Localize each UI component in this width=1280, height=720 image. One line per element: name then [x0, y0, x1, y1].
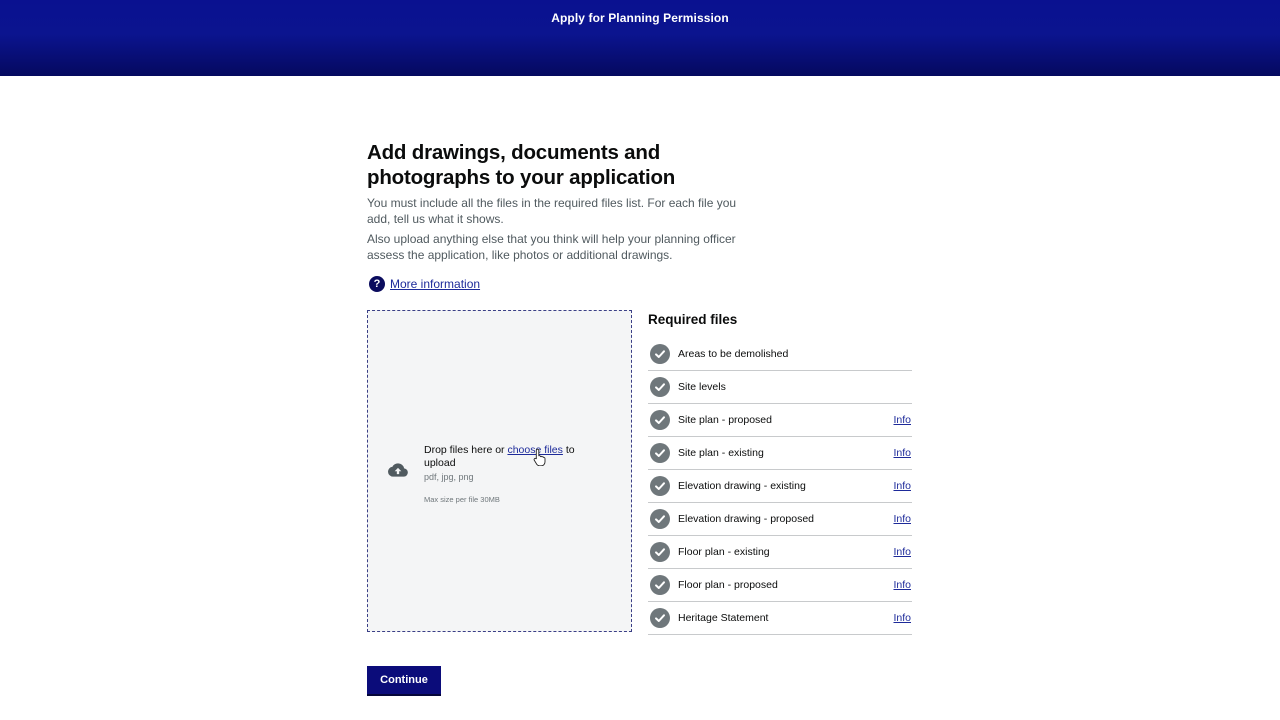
required-file-row: Elevation drawing - existing Info — [648, 470, 912, 503]
dropzone-instructions: Drop files here or choose files to uploa… — [424, 444, 604, 506]
intro-paragraph-1: You must include all the files in the re… — [367, 196, 737, 226]
file-dropzone[interactable]: Drop files here or choose files to uploa… — [367, 310, 632, 632]
info-link[interactable]: Info — [893, 414, 911, 426]
required-file-label: Areas to be demolished — [678, 348, 789, 360]
check-circle-icon — [650, 575, 670, 595]
required-file-row: Floor plan - proposed Info — [648, 569, 912, 602]
required-file-label: Site levels — [678, 381, 726, 393]
required-file-label: Heritage Statement — [678, 612, 769, 624]
required-file-label: Elevation drawing - proposed — [678, 513, 814, 525]
info-link[interactable]: Info — [893, 546, 911, 558]
required-file-row: Areas to be demolished — [648, 338, 912, 371]
intro-paragraph-2: Also upload anything else that you think… — [367, 232, 736, 262]
site-header: Apply for Planning Permission — [0, 0, 1280, 76]
header-title: Apply for Planning Permission — [551, 11, 729, 25]
required-file-row: Floor plan - existing Info — [648, 536, 912, 569]
continue-button[interactable]: Continue — [367, 666, 441, 694]
required-file-label: Floor plan - existing — [678, 546, 770, 558]
dropzone-text-before: Drop files here or — [424, 444, 508, 456]
info-link[interactable]: Info — [893, 513, 911, 525]
info-link[interactable]: Info — [893, 447, 911, 459]
check-circle-icon — [650, 344, 670, 364]
hand-pointer-icon — [533, 448, 546, 466]
required-file-row: Site plan - existing Info — [648, 437, 912, 470]
required-file-label: Site plan - proposed — [678, 414, 772, 426]
info-link[interactable]: Info — [893, 612, 911, 624]
main-content: Add drawings, documents and photographs … — [367, 140, 915, 292]
more-information-link[interactable]: More information — [390, 277, 480, 291]
check-circle-icon — [650, 509, 670, 529]
more-information-toggle[interactable]: ? More information — [367, 276, 915, 292]
check-circle-icon — [650, 377, 670, 397]
required-files-list: Areas to be demolished Site levels Site pl… — [648, 338, 912, 635]
help-circle-icon: ? — [369, 276, 385, 292]
info-link[interactable]: Info — [893, 480, 911, 492]
required-file-row: Elevation drawing - proposed Info — [648, 503, 912, 536]
accepted-file-types: pdf, jpg, png — [424, 472, 474, 482]
check-circle-icon — [650, 542, 670, 562]
info-link[interactable]: Info — [893, 579, 911, 591]
check-circle-icon — [650, 476, 670, 496]
check-circle-icon — [650, 608, 670, 628]
page-title: Add drawings, documents and photographs … — [367, 141, 676, 189]
required-file-label: Floor plan - proposed — [678, 579, 778, 591]
check-circle-icon — [650, 443, 670, 463]
required-file-row: Site levels — [648, 371, 912, 404]
cloud-upload-icon — [388, 463, 408, 477]
check-circle-icon — [650, 410, 670, 430]
required-files-title: Required files — [648, 312, 738, 327]
required-file-label: Site plan - existing — [678, 447, 764, 459]
required-file-row: Site plan - proposed Info — [648, 404, 912, 437]
required-file-row: Heritage Statement Info — [648, 602, 912, 635]
max-file-size: Max size per file 30MB — [424, 495, 500, 504]
required-file-label: Elevation drawing - existing — [678, 480, 806, 492]
required-files-panel: Required files Areas to be demolished Sit… — [648, 312, 912, 635]
